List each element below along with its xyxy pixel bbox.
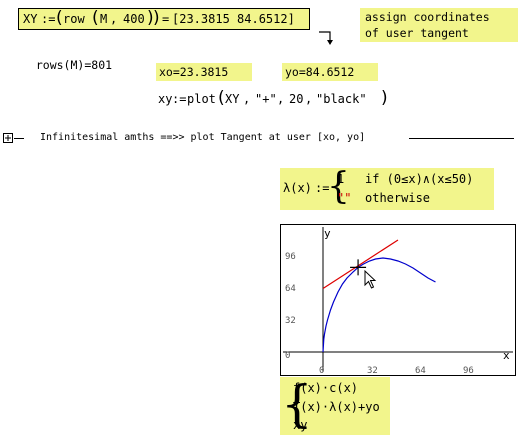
collapsed-region[interactable]: Infinitesimal amths ==>> plot Tangent at… [0, 130, 526, 146]
comment-line-1: assign coordinates [365, 10, 490, 24]
x-axis-label: x [503, 349, 510, 362]
plot-expr-1: f(x)·c(x) [293, 381, 359, 395]
plot-function: plot [187, 92, 216, 106]
xy-result: [23.3815 84.6512] [172, 12, 295, 26]
x-tick-label: 0 [319, 366, 324, 376]
comma: , [305, 92, 313, 106]
case-1-condition: if (0≤x)∧(x≤50) [365, 172, 474, 186]
comma: , [243, 92, 251, 106]
plot-arg-size: 20 [289, 92, 304, 106]
xo-name: xo [159, 65, 173, 79]
close-paren: ) [153, 8, 160, 28]
plot-expr-3: xy [293, 418, 308, 432]
xy-plot-definition[interactable]: xy := plot ( XY , "+" , 20 , "black" ) [158, 88, 408, 109]
y-origin-label: 0 [285, 351, 290, 361]
plot-expressions[interactable]: { f(x)·c(x) T(x)·λ(x)+yo xy [280, 377, 390, 435]
y-tick-label: 32 [285, 316, 296, 326]
rows-expression[interactable]: rows(M)=801 [22, 44, 112, 72]
equals-sign: = [172, 65, 180, 79]
yo-name: yo [285, 65, 299, 79]
open-paren: ( [56, 8, 63, 28]
arrow-icon [319, 31, 333, 45]
region-title: Infinitesimal amths ==>> plot Tangent at… [40, 132, 366, 143]
expand-icon[interactable] [3, 133, 13, 143]
equals-sign: = [298, 65, 306, 79]
rows-call: rows(M) [35, 58, 85, 72]
yo-value: 84.6512 [305, 65, 355, 79]
rows-value: 801 [91, 58, 113, 72]
yo-result[interactable]: yo=84.6512 [282, 63, 378, 81]
assign-operator: := [41, 12, 56, 26]
lambda-definition[interactable]: λ(x) := { 1 if (0≤x)∧(x≤50) "" otherwise [280, 168, 494, 210]
assign-operator: := [172, 92, 187, 106]
y-tick-label: 64 [285, 284, 296, 294]
x-tick-label: 64 [415, 366, 426, 376]
tangent-plot[interactable]: 0 32 64 96 32 64 96 y x 0 [280, 224, 516, 376]
x-tick-label: 96 [463, 366, 474, 376]
xo-result[interactable]: xo=23.3815 [156, 63, 252, 81]
plot-arg-symbol: "+" [255, 92, 277, 106]
xy-plot-lhs: xy [158, 92, 173, 106]
case-2-value: "" [337, 191, 352, 205]
comma: , [277, 92, 285, 106]
comma: , [110, 12, 118, 26]
y-tick-label: 96 [285, 252, 296, 262]
lambda-lhs: λ(x) [283, 181, 312, 195]
xo-value: 23.3815 [179, 65, 229, 79]
region-line-right [409, 138, 514, 139]
equals-sign: = [162, 12, 170, 26]
x-tick-label: 32 [367, 366, 378, 376]
case-2-condition: otherwise [365, 191, 431, 205]
row-arg-index: 400 [123, 12, 145, 26]
comment-line-2: of user tangent [365, 26, 469, 40]
comment-block[interactable]: assign coordinates of user tangent [360, 8, 518, 42]
xy-definition[interactable]: XY := ( row ( M , 400 ) ) = [23.3815 84.… [18, 8, 310, 30]
close-paren: ) [381, 88, 388, 108]
case-1-value: 1 [337, 172, 345, 186]
region-line-left [14, 138, 24, 139]
plot-arg-data: XY [225, 92, 240, 106]
open-paren: ( [218, 88, 225, 108]
plot-expr-2: T(x)·λ(x)+yo [293, 400, 380, 414]
row-arg-matrix: M [100, 12, 108, 26]
open-paren: ( [92, 8, 99, 28]
row-function: row [63, 12, 85, 26]
xy-lhs: XY [23, 12, 38, 26]
y-axis-label: y [324, 227, 331, 240]
plot-arg-color: "black" [316, 92, 367, 106]
